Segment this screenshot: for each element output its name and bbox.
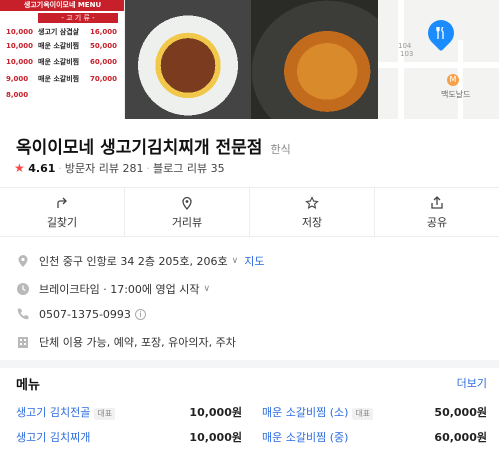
phone-row: 0507-1375-0993 i	[16, 307, 146, 321]
food-photo-shrimp[interactable]	[251, 0, 378, 119]
menu-board-row: 8,000	[6, 91, 29, 99]
menu-board-header: 생고기옥이이모네 MENU	[0, 0, 124, 11]
directions-button[interactable]: 길찾기	[0, 188, 125, 236]
menu-board-row: 10,000 매운 소갈비찜 50,000	[6, 42, 118, 50]
address-row: 인천 중구 인항로 34 2층 205호, 206호 ∨ 지도	[16, 253, 265, 269]
map-label: 104	[398, 42, 412, 50]
food-photo-galbi[interactable]	[125, 0, 251, 119]
save-label: 저장	[301, 216, 323, 229]
menu-item-name: 생고기 김치찌개	[16, 431, 91, 444]
menu-board-row: 10,000 생고기 삼겹살 16,000	[6, 28, 118, 36]
menu-section-title: 메뉴	[16, 378, 40, 393]
phone-number[interactable]: 0507-1375-0993	[39, 308, 131, 321]
menu-item-price: 10,000원	[189, 406, 242, 419]
menu-item-badge: 대표	[352, 408, 374, 420]
menu-item-name: 매운 소갈비찜 (중)	[262, 431, 349, 444]
action-bar: 길찾기 거리뷰 저장 공유	[0, 187, 499, 237]
menu-more-link[interactable]: 더보기	[457, 375, 487, 391]
menu-board-photo[interactable]: 생고기옥이이모네 MENU - 고 기 류 - 10,000 생고기 삼겹살 16,…	[0, 0, 125, 119]
menu-item[interactable]: 생고기 김치전골 대표	[16, 404, 116, 420]
mcdonalds-poi-icon: M	[447, 74, 459, 86]
menu-item-price: 60,000원	[434, 431, 487, 444]
menu-board-subheader: - 고 기 류 -	[38, 13, 118, 23]
directions-label: 길찾기	[46, 216, 78, 229]
map-pin-icon	[125, 195, 249, 212]
share-label: 공유	[426, 216, 448, 229]
menu-item-name: 매운 소갈비찜 (소)	[262, 406, 349, 419]
menu-item[interactable]: 생고기 김치찌개	[16, 429, 90, 445]
hours-row[interactable]: 브레이크타임 · 17:00에 영업 시작 ∨	[16, 281, 210, 297]
menu-item-badge: 대표	[94, 408, 116, 420]
map-label: 103	[400, 50, 414, 58]
street-view-button[interactable]: 거리뷰	[125, 188, 250, 236]
location-icon	[16, 254, 30, 268]
share-icon	[375, 195, 499, 212]
place-title-row: 옥이이모네 생고기김치찌개 전문점 한식	[16, 133, 291, 158]
info-circle-icon[interactable]: i	[134, 308, 146, 320]
place-category: 한식	[270, 143, 291, 156]
map-link[interactable]: 지도	[244, 253, 264, 269]
map-poi-label: 맥도날드	[441, 90, 471, 99]
map-thumbnail[interactable]: 104 103	[378, 0, 499, 119]
chevron-down-icon[interactable]: ∨	[232, 256, 239, 266]
clock-icon	[16, 282, 30, 296]
rating-value: 4.61	[28, 162, 56, 175]
building-icon	[16, 335, 30, 349]
place-name: 옥이이모네 생고기김치찌개 전문점	[16, 138, 263, 158]
photo-strip[interactable]: 생고기옥이이모네 MENU - 고 기 류 - 10,000 생고기 삼겹살 16,…	[0, 0, 499, 119]
blog-reviews-link[interactable]: 블로그 리뷰 35	[153, 162, 225, 175]
menu-item[interactable]: 매운 소갈비찜 (소) 대표	[262, 404, 374, 420]
menu-board-row: 10,000 매운 소갈비찜 60,000	[6, 58, 118, 66]
phone-icon	[16, 307, 30, 321]
save-button[interactable]: 저장	[250, 188, 375, 236]
facilities-text: 단체 이용 가능, 예약, 포장, 유아의자, 주차	[39, 336, 236, 349]
address-text: 인천 중구 인항로 34 2층 205호, 206호	[39, 255, 228, 268]
visitor-reviews-link[interactable]: 방문자 리뷰 281	[65, 162, 144, 175]
facilities-row: 단체 이용 가능, 예약, 포장, 유아의자, 주차	[16, 334, 236, 350]
menu-item[interactable]: 매운 소갈비찜 (중)	[262, 429, 348, 445]
directions-icon	[0, 195, 124, 212]
street-view-label: 거리뷰	[171, 216, 203, 229]
share-button[interactable]: 공유	[375, 188, 499, 236]
rating-star-icon: ★	[14, 161, 25, 175]
chevron-down-icon[interactable]: ∨	[204, 284, 211, 294]
hours-text: 브레이크타임 · 17:00에 영업 시작	[39, 283, 200, 296]
menu-item-name: 생고기 김치전골	[16, 406, 91, 419]
section-divider	[0, 360, 499, 368]
menu-item-price: 50,000원	[434, 406, 487, 419]
menu-board-row: 9,000 매운 소갈비찜 70,000	[6, 75, 118, 83]
review-stats: ★ 4.61 · 방문자 리뷰 281 · 블로그 리뷰 35	[14, 161, 225, 175]
star-icon	[250, 195, 374, 212]
utensils-icon	[436, 26, 446, 39]
menu-item-price: 10,000원	[189, 431, 242, 444]
